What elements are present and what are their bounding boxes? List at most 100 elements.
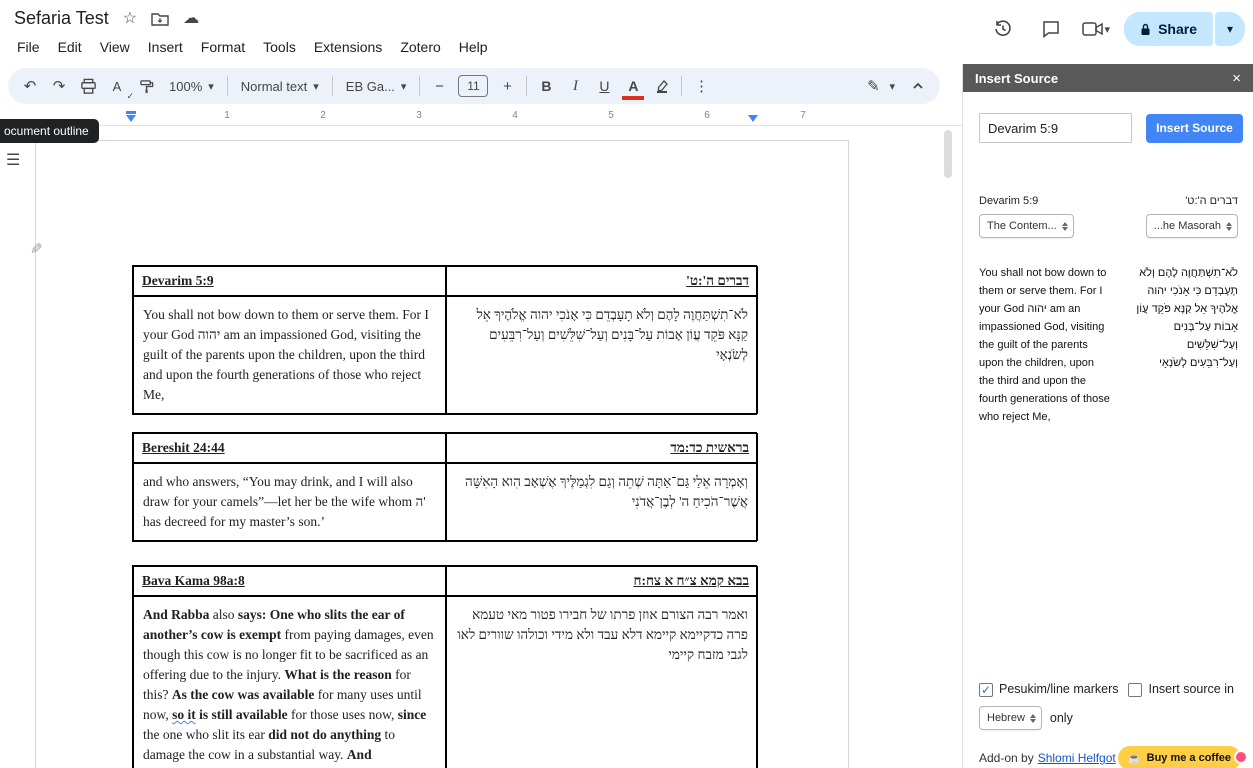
buy-me-a-coffee-button[interactable]: ☕ Buy me a coffee [1117, 746, 1248, 768]
stepper-icon [1061, 221, 1068, 231]
hebrew-version-select[interactable]: ...he Masorah [1145, 214, 1238, 238]
share-dropdown-button[interactable]: ▾ [1215, 12, 1245, 46]
undo-icon[interactable]: ↶ [20, 74, 40, 98]
italic-icon[interactable]: I [565, 74, 585, 98]
source-title-en[interactable]: Bava Kama 98a:8 [133, 566, 446, 596]
formatting-toolbar: ↶ ↷ A 100% ▾ Normal text ▾ EB Ga... ▾ − [8, 68, 940, 104]
document-title[interactable]: Sefaria Test [14, 8, 109, 29]
document-scrollbar[interactable] [944, 130, 952, 178]
toolbar-divider [226, 76, 228, 96]
panel-title: Insert Source [975, 70, 1059, 86]
decrease-font-size-button[interactable]: − [429, 74, 449, 98]
source-table-bereshit[interactable]: Bereshit 24:44 בראשית כד:מד and who answ… [132, 432, 758, 542]
source-table-bava-kama[interactable]: Bava Kama 98a:8 בבא קמא צ״ח א צח:ח And R… [132, 565, 758, 768]
source-body-en[interactable]: You shall not bow down to them or serve … [133, 296, 446, 414]
zoom-dropdown-icon: ▾ [208, 80, 214, 93]
insert-source-panel: Insert Source × Insert Source Devarim 5:… [962, 64, 1253, 768]
toolbar-divider [526, 76, 528, 96]
menu-extensions[interactable]: Extensions [305, 36, 391, 58]
ruler-number: 4 [512, 110, 518, 121]
share-button[interactable]: Share [1124, 12, 1213, 46]
preview-text-en: You shall not bow down to them or serve … [979, 267, 1110, 423]
source-table-devarim[interactable]: Devarim 5:9 דברים ה':ט' You shall not bo… [132, 265, 758, 415]
ruler-number: 3 [416, 110, 422, 121]
meet-dropdown-icon[interactable]: ▾ [1105, 23, 1111, 36]
margin-pen-icon: ✎ [30, 241, 43, 258]
font-family-select[interactable]: EB Ga... ▾ [342, 79, 411, 94]
first-line-indent-marker[interactable] [126, 111, 136, 114]
version-history-icon[interactable] [986, 12, 1020, 46]
insert-source-button[interactable]: Insert Source [1146, 113, 1243, 143]
translation-version-select[interactable]: The Contem... [979, 214, 1074, 238]
text-color-icon[interactable]: A [622, 74, 645, 100]
document-outline-tooltip: ocument outline [0, 119, 99, 143]
insert-source-in-option[interactable]: Insert source in [1128, 682, 1234, 697]
source-body-en[interactable]: And Rabba also says: One who slits the e… [133, 596, 446, 768]
source-body-he[interactable]: ואמר רבה הצורם אוזן פרתו של חבירו פטור מ… [446, 596, 758, 768]
coffee-pin-icon [1234, 750, 1248, 764]
toolbar-divider [331, 76, 333, 96]
source-title-he[interactable]: דברים ה':ט' [446, 266, 758, 296]
only-label: only [1049, 711, 1073, 725]
left-indent-marker[interactable] [126, 115, 136, 122]
menu-bar: File Edit View Insert Format Tools Exten… [8, 36, 497, 58]
menu-format[interactable]: Format [192, 36, 254, 58]
underline-icon[interactable]: U [594, 74, 614, 98]
source-body-he[interactable]: לֹא־תִשְׁתַּחֲוֶה לָהֶם וְלֹא תָעָבְדֵם … [446, 296, 758, 414]
comments-icon[interactable] [1034, 12, 1068, 46]
editing-mode-dropdown-icon: ▾ [889, 80, 895, 93]
more-options-icon[interactable]: ⋮ [691, 74, 711, 98]
menu-edit[interactable]: Edit [49, 36, 91, 58]
star-icon[interactable]: ☆ [123, 10, 137, 27]
redo-icon[interactable]: ↷ [49, 74, 69, 98]
pen-icon: ✎ [867, 78, 880, 95]
coffee-cup-icon: ☕ [1127, 752, 1142, 765]
menu-view[interactable]: View [91, 36, 139, 58]
menu-tools[interactable]: Tools [254, 36, 305, 58]
source-title-he[interactable]: בבא קמא צ״ח א צח:ח [446, 566, 758, 596]
ruler-number: 6 [704, 110, 710, 121]
source-title-en[interactable]: Devarim 5:9 [133, 266, 446, 296]
panel-header: Insert Source × [963, 64, 1253, 92]
source-body-he[interactable]: וְאָמְרָה אֵלַי גַּם־אַתָּה שְׁתֵה וְגַם… [446, 463, 758, 541]
move-folder-icon[interactable] [151, 12, 169, 26]
document-canvas[interactable]: ☰ ✎ Devarim 5:9 דברים ה':ט' You shall no… [0, 126, 962, 768]
paragraph-style-select[interactable]: Normal text ▾ [237, 79, 323, 94]
source-title-en[interactable]: Bereshit 24:44 [133, 433, 446, 463]
source-body-en[interactable]: and who answers, “You may drink, and I w… [133, 463, 446, 541]
font-size-input[interactable]: 11 [458, 75, 489, 97]
bold-icon[interactable]: B [536, 74, 556, 98]
editing-mode-select[interactable]: ✎ ▾ [859, 74, 899, 98]
preview-text-he: לֹא־תִשְׁתַּחֲוֶה לָהֶם וְלֹא תָעָבְדֵם … [1136, 267, 1238, 369]
language-select[interactable]: Hebrew [979, 706, 1042, 730]
paint-format-icon[interactable] [136, 74, 156, 98]
pesukim-markers-option[interactable]: ✓ Pesukim/line markers [979, 682, 1118, 697]
menu-insert[interactable]: Insert [139, 36, 192, 58]
spellcheck-icon[interactable]: A [107, 74, 134, 103]
toolbar-divider [419, 76, 421, 96]
author-link[interactable]: Shlomi Helfgot [1038, 751, 1116, 765]
resolved-ref-he: דברים ה':ט' [1185, 195, 1238, 207]
checkbox-unchecked-icon[interactable] [1128, 683, 1143, 697]
horizontal-ruler[interactable]: 1 2 3 4 5 6 7 [0, 106, 962, 126]
source-title-he[interactable]: בראשית כד:מד [446, 433, 758, 463]
print-icon[interactable] [78, 74, 98, 98]
menu-zotero[interactable]: Zotero [391, 36, 449, 58]
stepper-icon [1029, 713, 1036, 723]
menu-help[interactable]: Help [450, 36, 497, 58]
menu-file[interactable]: File [8, 36, 49, 58]
increase-font-size-button[interactable]: + [497, 74, 517, 98]
meet-button[interactable]: ▾ [1081, 22, 1111, 36]
zoom-select[interactable]: 100% ▾ [165, 79, 218, 94]
collapse-toolbar-icon[interactable] [908, 74, 928, 98]
right-indent-marker[interactable] [748, 115, 758, 122]
highlight-color-icon[interactable] [652, 74, 672, 98]
ruler-number: 1 [224, 110, 230, 121]
checkbox-checked-icon[interactable]: ✓ [979, 683, 993, 697]
document-outline-icon[interactable]: ☰ [6, 150, 20, 170]
font-dropdown-icon: ▾ [400, 80, 407, 93]
ruler-number: 5 [608, 110, 614, 121]
source-reference-input[interactable] [979, 113, 1132, 143]
close-icon[interactable]: × [1232, 70, 1241, 87]
cloud-status-icon[interactable]: ☁ [183, 10, 199, 27]
